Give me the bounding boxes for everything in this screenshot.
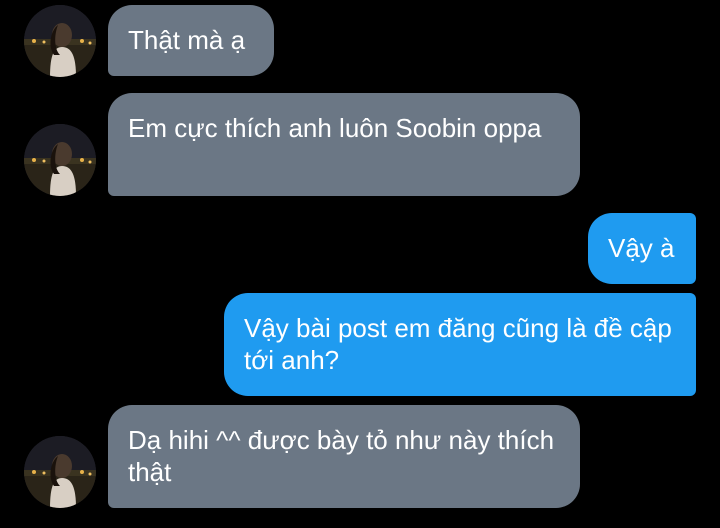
message-bubble-incoming[interactable]: Em cực thích anh luôn Soobin oppa xyxy=(108,93,580,196)
message-text: Thật mà ạ xyxy=(128,25,246,55)
message-bubble-incoming[interactable]: Dạ hihi ^^ được bày tỏ như này thích thậ… xyxy=(108,405,580,508)
message-bubble-outgoing[interactable]: Vậy bài post em đăng cũng là đề cập tới … xyxy=(224,293,696,396)
contact-avatar-icon[interactable] xyxy=(24,5,96,77)
message-text: Dạ hihi ^^ được bày tỏ như này thích thậ… xyxy=(128,425,555,487)
message-bubble-outgoing[interactable]: Vậy à xyxy=(588,213,696,284)
message-text: Vậy à xyxy=(608,233,675,263)
contact-avatar-icon[interactable] xyxy=(24,436,96,508)
message-text: Em cực thích anh luôn Soobin oppa xyxy=(128,113,542,143)
contact-avatar-icon[interactable] xyxy=(24,124,96,196)
message-bubble-incoming[interactable]: Thật mà ạ xyxy=(108,5,274,76)
message-text: Vậy bài post em đăng cũng là đề cập tới … xyxy=(244,313,672,375)
